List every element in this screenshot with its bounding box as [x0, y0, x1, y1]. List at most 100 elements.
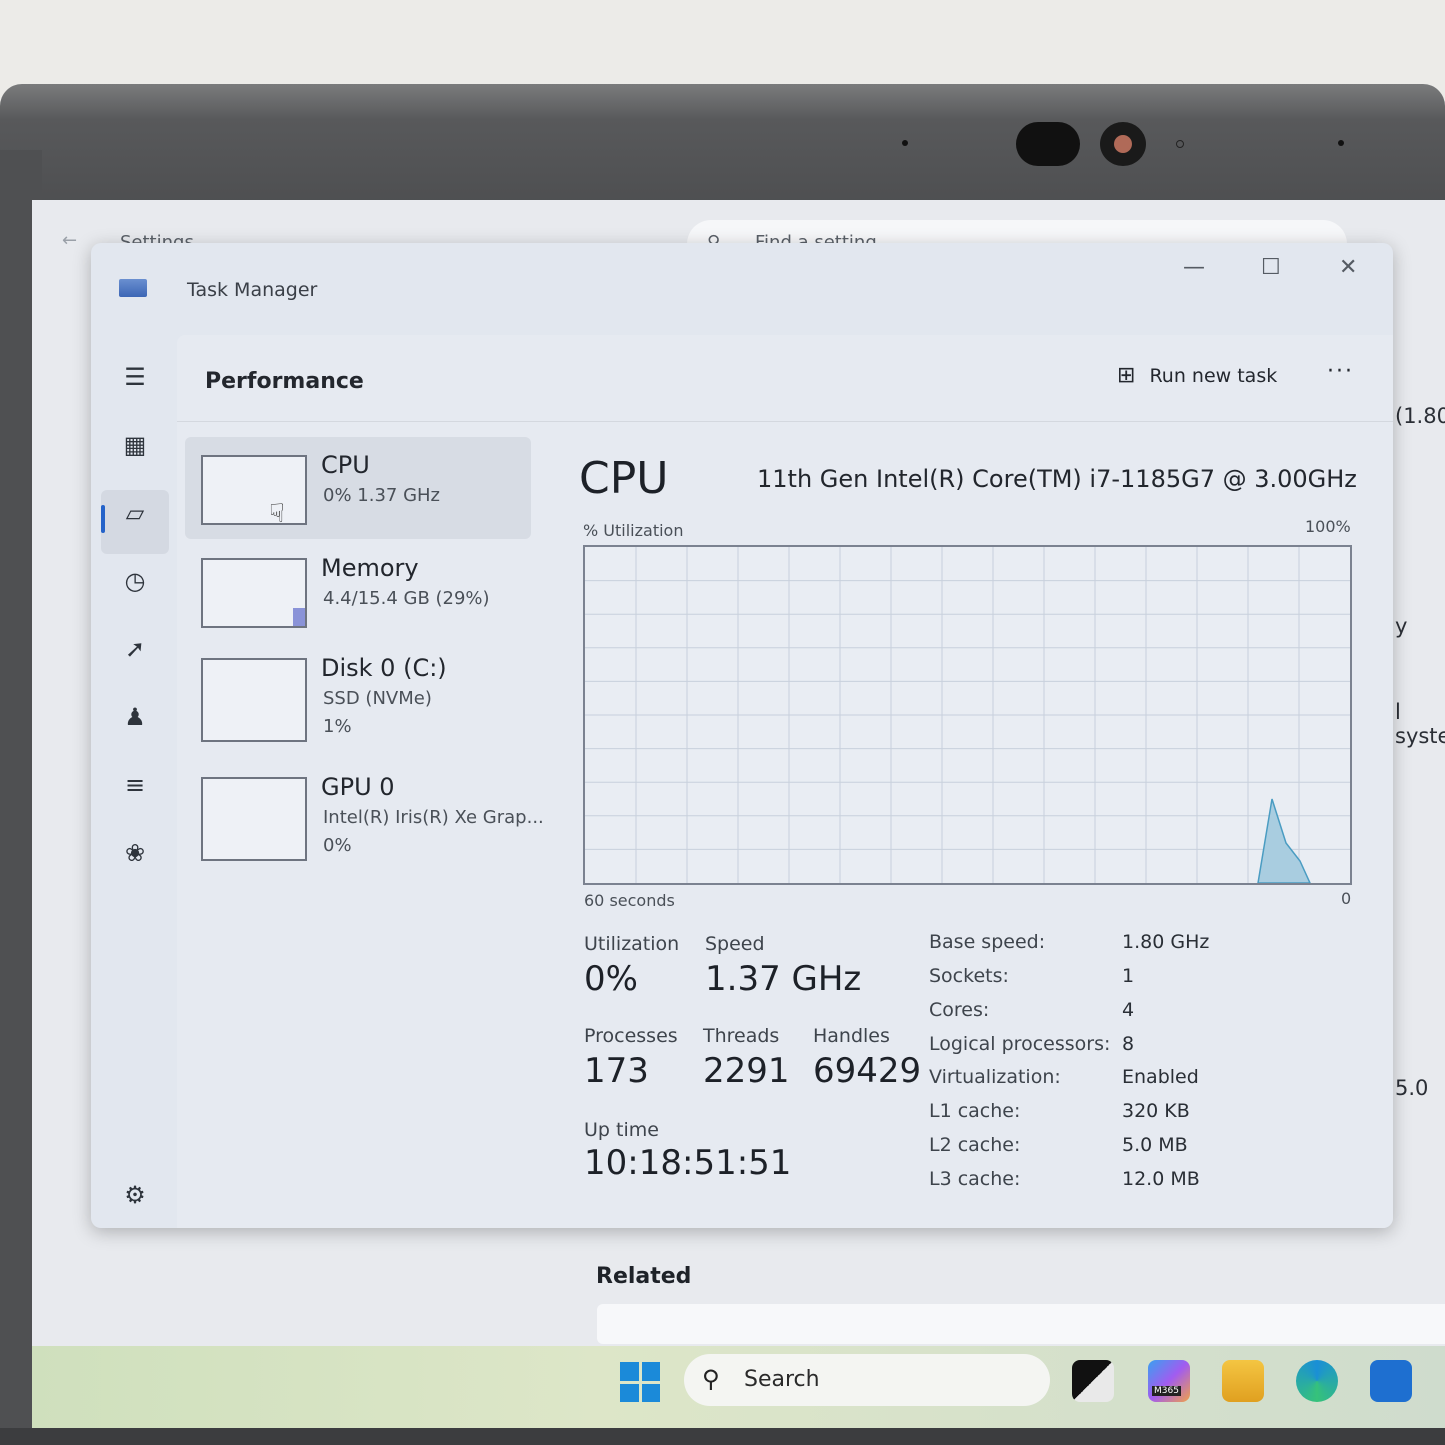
resource-sub: SSD (NVMe) — [323, 688, 432, 709]
resource-sub2: 1% — [323, 716, 352, 737]
nav-active-indicator — [101, 505, 105, 533]
bg-text: y — [1395, 614, 1408, 638]
threads-label: Threads — [703, 1025, 780, 1047]
resource-item-memory[interactable]: Memory 4.4/15.4 GB (29%) — [185, 540, 531, 642]
webcam — [1100, 122, 1146, 166]
details-icon[interactable]: ≡ — [117, 767, 153, 803]
spec-value: 4 — [1122, 999, 1135, 1021]
maximize-button[interactable]: ☐ — [1261, 255, 1281, 280]
run-new-task-button[interactable]: ⊞ Run new task — [1117, 363, 1277, 388]
bg-text: 5.0 — [1395, 1076, 1429, 1100]
spec-key: L1 cache: — [929, 1100, 1021, 1122]
related-heading: Related — [596, 1264, 692, 1289]
resource-sub: Intel(R) Iris(R) Xe Grap... — [323, 807, 544, 828]
memory-usage-fill — [293, 608, 305, 626]
ir-camera — [1016, 122, 1080, 166]
page-title: Performance — [205, 369, 364, 394]
bg-text: l syste — [1395, 700, 1445, 748]
sensor-dot — [1338, 140, 1344, 146]
cpu-model: 11th Gen Intel(R) Core(TM) i7-1185G7 @ 3… — [757, 465, 1357, 493]
spec-value: 12.0 MB — [1122, 1168, 1200, 1190]
sensor-dot — [902, 140, 908, 146]
processes-value: 173 — [584, 1051, 649, 1091]
x-axis-right-label: 0 — [1341, 889, 1352, 908]
uptime-value: 10:18:51:51 — [584, 1143, 792, 1183]
app-history-icon[interactable]: ◷ — [117, 563, 153, 599]
window-title: Task Manager — [187, 279, 318, 301]
spec-value: 5.0 MB — [1122, 1134, 1188, 1156]
nav-rail: ☰ ▦ ▱ ◷ ➚ ♟ ≡ ❀ ⚙ — [91, 335, 177, 1228]
y-axis-max: 100% — [1305, 517, 1351, 536]
taskbar-search-label: Search — [744, 1367, 820, 1392]
taskbar: ⚲ Search M365 — [32, 1346, 1445, 1428]
taskbar-search[interactable]: ⚲ Search — [684, 1354, 1050, 1406]
performance-icon[interactable]: ▱ — [117, 495, 153, 531]
resource-name: GPU 0 — [321, 773, 395, 801]
handles-label: Handles — [813, 1025, 890, 1047]
start-button[interactable] — [620, 1362, 660, 1402]
edge-icon[interactable] — [1296, 1360, 1338, 1402]
speed-value: 1.37 GHz — [705, 959, 862, 999]
task-view-icon[interactable] — [1072, 1360, 1114, 1402]
resource-sub: 4.4/15.4 GB (29%) — [323, 588, 490, 609]
store-icon[interactable] — [1370, 1360, 1412, 1402]
speed-label: Speed — [705, 933, 765, 955]
settings-gear-icon[interactable]: ⚙ — [117, 1177, 153, 1213]
run-task-icon: ⊞ — [1117, 363, 1136, 388]
resource-name: CPU — [321, 451, 370, 479]
spec-key: Base speed: — [929, 931, 1046, 953]
spec-value: Enabled — [1122, 1066, 1199, 1088]
laptop-bezel-bottom — [0, 1428, 1445, 1445]
spec-value: 1 — [1122, 965, 1135, 987]
utilization-label: Utilization — [584, 933, 680, 955]
laptop-bezel — [0, 84, 1445, 204]
resource-thumbnail — [201, 455, 307, 525]
resource-sub2: 0% — [323, 835, 352, 856]
resource-item-gpu[interactable]: GPU 0 Intel(R) Iris(R) Xe Grap... 0% — [185, 759, 544, 861]
resource-item-cpu[interactable]: CPU 0% 1.37 GHz ☟ — [185, 437, 531, 539]
resource-name: Memory — [321, 554, 419, 582]
spec-key: Logical processors: — [929, 1033, 1111, 1055]
hand-cursor-icon: ☟ — [269, 499, 285, 529]
back-arrow-icon[interactable]: ← — [62, 230, 77, 251]
graph-svg — [585, 547, 1350, 883]
cpu-usage-series — [1257, 798, 1311, 883]
resource-name: Disk 0 (C:) — [321, 654, 447, 682]
startup-apps-icon[interactable]: ➚ — [117, 631, 153, 667]
hamburger-menu-icon[interactable]: ☰ — [117, 359, 153, 395]
spec-value: 1.80 GHz — [1122, 931, 1210, 953]
spec-key: L3 cache: — [929, 1168, 1021, 1190]
close-button[interactable]: ✕ — [1339, 255, 1357, 280]
run-new-task-label: Run new task — [1149, 364, 1278, 387]
utilization-value: 0% — [584, 959, 638, 999]
users-icon[interactable]: ♟ — [117, 699, 153, 735]
y-axis-label: % Utilization — [583, 521, 684, 540]
resource-thumbnail — [201, 777, 307, 861]
spec-value: 320 KB — [1122, 1100, 1190, 1122]
title-bar[interactable]: Task Manager — ☐ ✕ — [91, 243, 1393, 335]
related-card[interactable] — [597, 1304, 1445, 1344]
services-icon[interactable]: ❀ — [117, 835, 153, 871]
spec-key: Cores: — [929, 999, 990, 1021]
resource-thumbnail — [201, 658, 307, 742]
m365-copilot-icon[interactable]: M365 — [1148, 1360, 1190, 1402]
processes-icon[interactable]: ▦ — [117, 427, 153, 463]
search-icon: ⚲ — [702, 1365, 720, 1393]
task-manager-window: Task Manager — ☐ ✕ ☰ ▦ ▱ ◷ ➚ ♟ ≡ ❀ ⚙ Per… — [91, 243, 1393, 1228]
file-explorer-icon[interactable] — [1222, 1360, 1264, 1402]
processes-label: Processes — [584, 1025, 678, 1047]
spec-key: L2 cache: — [929, 1134, 1021, 1156]
resource-item-disk[interactable]: Disk 0 (C:) SSD (NVMe) 1% — [185, 640, 531, 742]
detail-heading: CPU — [579, 453, 669, 504]
cpu-utilization-graph — [583, 545, 1352, 885]
performance-panel: Performance ⊞ Run new task ··· CPU 0% 1.… — [177, 335, 1393, 1228]
spec-key: Sockets: — [929, 965, 1009, 987]
m365-badge: M365 — [1152, 1386, 1181, 1396]
threads-value: 2291 — [703, 1051, 790, 1091]
resource-thumbnail — [201, 558, 307, 628]
minimize-button[interactable]: — — [1183, 255, 1205, 280]
spec-value: 8 — [1122, 1033, 1135, 1055]
more-options-button[interactable]: ··· — [1327, 359, 1354, 384]
task-manager-icon — [119, 279, 147, 297]
resource-sub: 0% 1.37 GHz — [323, 485, 441, 506]
